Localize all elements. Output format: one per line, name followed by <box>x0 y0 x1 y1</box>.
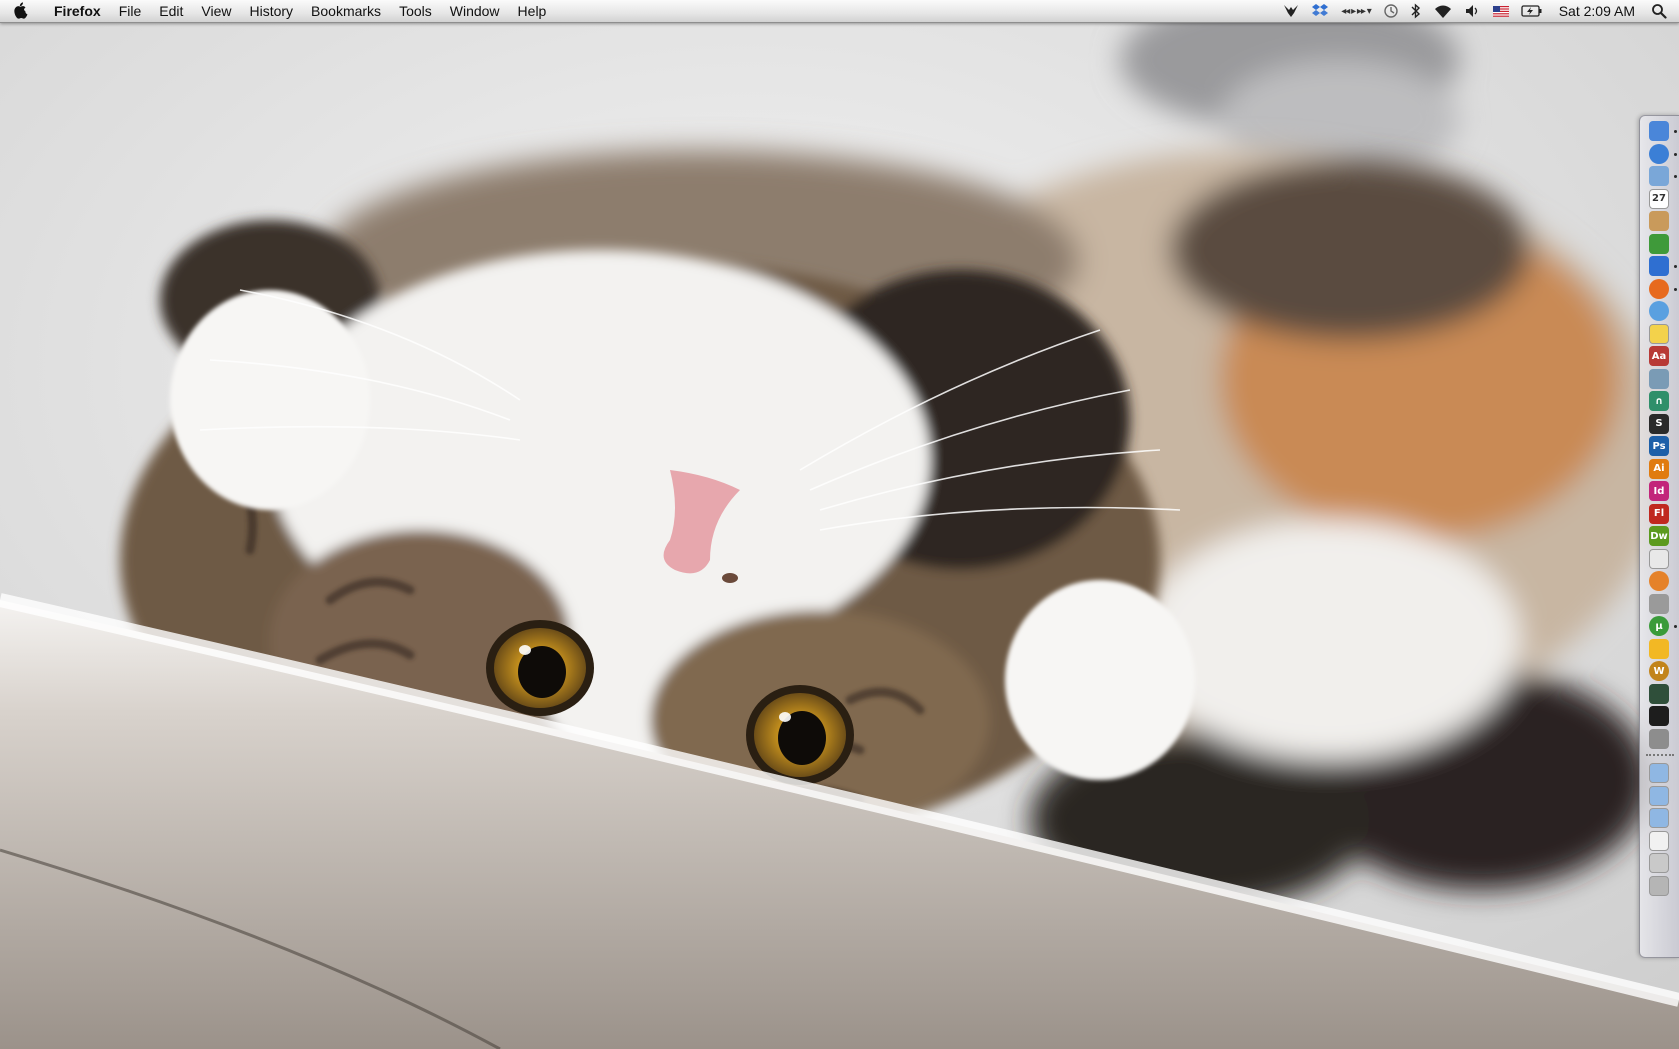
mail-icon[interactable] <box>1649 166 1669 186</box>
documents-folder-icon[interactable] <box>1649 785 1669 806</box>
transmit-icon[interactable] <box>1649 571 1669 591</box>
menu-history[interactable]: History <box>240 0 302 22</box>
volume-icon[interactable] <box>1459 0 1487 22</box>
pen-tool-icon[interactable] <box>1649 593 1669 614</box>
robot-icon[interactable] <box>1649 368 1669 389</box>
running-indicator <box>1674 152 1677 156</box>
acrobat-icon[interactable] <box>1649 548 1669 569</box>
ical-icon[interactable]: 27 <box>1649 188 1669 209</box>
document-stack-icon[interactable] <box>1649 830 1669 851</box>
skype-icon[interactable]: S <box>1649 413 1669 434</box>
terminal-icon[interactable] <box>1649 706 1669 726</box>
desktop-wallpaper <box>0 0 1679 1049</box>
menu-window[interactable]: Window <box>441 0 509 22</box>
trash-icon[interactable] <box>1649 875 1669 896</box>
system-preferences-icon[interactable] <box>1649 728 1669 749</box>
stickies-icon[interactable] <box>1649 323 1669 344</box>
dictionary-icon[interactable]: Aa <box>1649 346 1669 366</box>
flash-icon[interactable]: Fl <box>1649 503 1669 524</box>
time-machine-icon[interactable] <box>1377 0 1405 22</box>
magnet-icon[interactable]: ∩ <box>1649 391 1669 411</box>
safari-icon[interactable] <box>1649 301 1669 321</box>
utilities-stack-icon[interactable] <box>1649 853 1669 873</box>
battery-icon[interactable] <box>1515 0 1549 22</box>
menu-file[interactable]: File <box>110 0 151 22</box>
running-indicator <box>1674 175 1677 178</box>
running-indicator <box>1674 265 1677 268</box>
status-area: ◂◂ ▸ ▸▸ ▾ Sat 2:09 AM <box>1277 0 1679 22</box>
menu-edit[interactable]: Edit <box>150 0 192 22</box>
illustrator-icon[interactable]: Ai <box>1649 458 1669 479</box>
dreamweaver-icon[interactable]: Dw <box>1649 526 1669 546</box>
downloads-folder-icon[interactable] <box>1649 808 1669 828</box>
app-menu-firefox[interactable]: Firefox <box>44 0 110 22</box>
utorrent-icon[interactable]: µ <box>1649 616 1669 636</box>
menu-tools[interactable]: Tools <box>390 0 441 22</box>
dropbox-icon[interactable] <box>1305 0 1335 22</box>
tree-icon[interactable] <box>1649 233 1669 254</box>
photoshop-icon[interactable]: Ps <box>1649 436 1669 456</box>
finder-icon[interactable] <box>1649 121 1669 141</box>
firefox-icon[interactable] <box>1649 278 1669 299</box>
bluetooth-icon[interactable] <box>1405 0 1427 22</box>
adium-duck-icon[interactable] <box>1649 638 1669 659</box>
activity-monitor-icon[interactable] <box>1649 683 1669 704</box>
applications-folder-icon[interactable] <box>1649 763 1669 783</box>
itunes-icon[interactable] <box>1649 143 1669 164</box>
running-indicator <box>1674 130 1677 133</box>
menu-bookmarks[interactable]: Bookmarks <box>302 0 390 22</box>
apple-menu-icon[interactable] <box>0 0 44 22</box>
indesign-icon[interactable]: Id <box>1649 481 1669 501</box>
dock: 27 Aa ∩ S Ps Ai Id Fl Dw µ W <box>1639 115 1679 958</box>
menu-help[interactable]: Help <box>509 0 556 22</box>
spotlight-icon[interactable] <box>1645 0 1673 22</box>
dropbox-icon[interactable] <box>1649 256 1669 276</box>
growl-icon[interactable] <box>1277 0 1305 22</box>
menu-view[interactable]: View <box>192 0 240 22</box>
running-indicator <box>1674 287 1677 291</box>
address-book-icon[interactable] <box>1649 211 1669 231</box>
wordpress-icon[interactable]: W <box>1649 661 1669 681</box>
us-flag-input-icon[interactable] <box>1487 0 1515 22</box>
menu-bar: Firefox File Edit View History Bookmarks… <box>0 0 1679 23</box>
running-indicator <box>1674 625 1677 628</box>
media-controls-icon[interactable]: ◂◂ ▸ ▸▸ ▾ <box>1335 0 1376 22</box>
wifi-icon[interactable] <box>1427 0 1459 22</box>
dock-separator <box>1646 754 1674 756</box>
menubar-clock[interactable]: Sat 2:09 AM <box>1549 0 1645 22</box>
